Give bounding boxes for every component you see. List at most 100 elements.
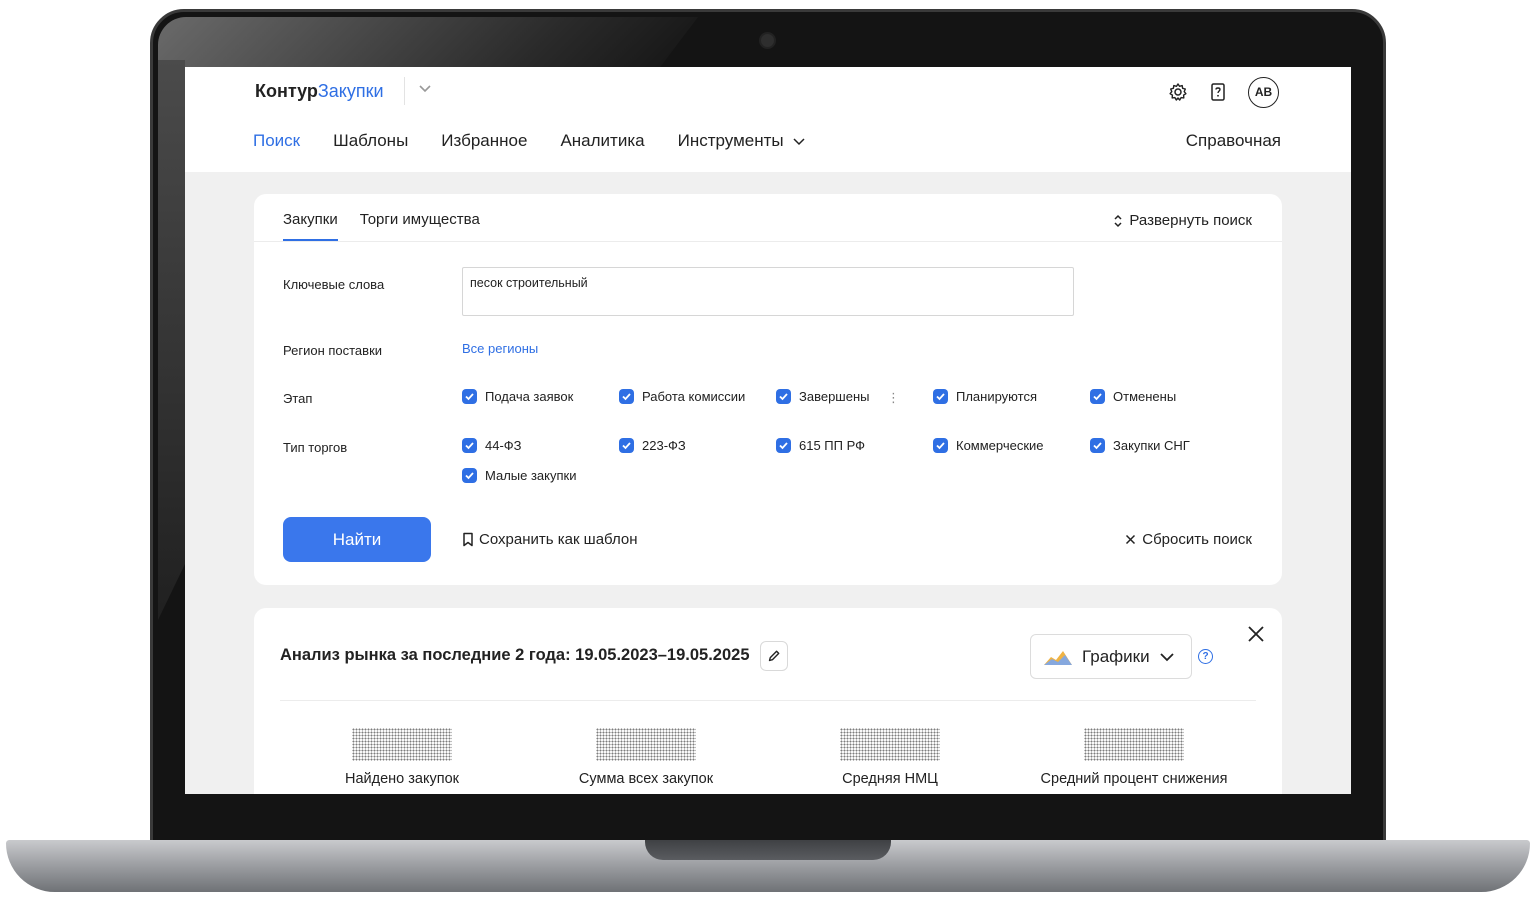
help-icon[interactable] xyxy=(1208,82,1228,102)
checkbox-checked-icon xyxy=(776,438,791,453)
loading-placeholder xyxy=(352,728,452,761)
charts-dropdown-label: Графики xyxy=(1082,646,1150,666)
loading-placeholder xyxy=(840,728,940,761)
keywords-label: Ключевые слова xyxy=(283,277,385,292)
metric-avg-reduction: Средний процент снижения xyxy=(1012,728,1256,787)
gear-icon[interactable] xyxy=(1168,82,1188,102)
nav-item-analytics[interactable]: Аналитика xyxy=(560,129,644,153)
checkbox-label: Коммерческие xyxy=(956,438,1044,453)
chart-area-icon xyxy=(1044,650,1072,665)
checkbox-label: Малые закупки xyxy=(485,468,577,483)
checkbox-checked-icon xyxy=(933,389,948,404)
market-analysis-card: Анализ рынка за последние 2 года: 19.05.… xyxy=(254,608,1282,794)
avatar[interactable]: АВ xyxy=(1248,76,1279,108)
expand-search-button[interactable]: Развернуть поиск xyxy=(1113,212,1252,229)
checkbox-checked-icon xyxy=(462,389,477,404)
tab-property-auctions[interactable]: Торги имущества xyxy=(360,211,480,241)
save-template-label: Сохранить как шаблон xyxy=(479,531,638,548)
checkbox-stage-completed[interactable]: Завершены xyxy=(776,389,869,404)
edit-period-button[interactable] xyxy=(760,641,788,671)
checkbox-type-44fz[interactable]: 44-ФЗ xyxy=(462,438,522,453)
checkbox-checked-icon xyxy=(933,438,948,453)
chevron-down-icon[interactable] xyxy=(418,81,432,95)
logo-part1: Контур xyxy=(255,81,318,101)
charts-dropdown[interactable]: Графики xyxy=(1030,634,1192,679)
more-options-icon[interactable]: ⋮ xyxy=(887,390,900,406)
help-link[interactable]: Справочная xyxy=(1186,129,1281,153)
laptop-notch xyxy=(645,840,891,860)
nav-item-favorites[interactable]: Избранное xyxy=(441,129,527,153)
loading-placeholder xyxy=(1084,728,1184,761)
chevron-down-icon xyxy=(1159,652,1174,661)
analysis-divider xyxy=(280,700,1256,701)
save-template-button[interactable]: Сохранить как шаблон xyxy=(462,531,638,548)
checkbox-type-small[interactable]: Малые закупки xyxy=(462,468,577,483)
checkbox-label: 615 ПП РФ xyxy=(799,438,866,453)
search-card: Закупки Торги имущества Развернуть поиск… xyxy=(254,194,1282,585)
nav-item-templates[interactable]: Шаблоны xyxy=(333,129,408,153)
checkbox-label: Отменены xyxy=(1113,389,1177,404)
nav-item-search[interactable]: Поиск xyxy=(253,129,300,153)
header-actions: АВ xyxy=(1168,76,1279,108)
webcam xyxy=(759,32,776,49)
find-button[interactable]: Найти xyxy=(283,517,431,562)
checkbox-type-615pp[interactable]: 615 ПП РФ xyxy=(776,438,865,453)
checkbox-checked-icon xyxy=(619,438,634,453)
type-label: Тип торгов xyxy=(283,440,348,455)
checkbox-type-cis[interactable]: Закупки СНГ xyxy=(1090,438,1190,453)
nav-item-tools-label: Инструменты xyxy=(677,131,784,150)
expand-search-label: Развернуть поиск xyxy=(1129,212,1252,229)
metric-label: Средняя НМЦ xyxy=(842,771,938,787)
checkbox-stage-planned[interactable]: Планируются xyxy=(933,389,1037,404)
top-bar: КонтурЗакупки АВ Поиск Шаблоны Избранное… xyxy=(185,67,1351,172)
logo-part2: Закупки xyxy=(317,81,384,101)
checkbox-checked-icon xyxy=(462,468,477,483)
question-icon[interactable]: ? xyxy=(1198,649,1213,664)
main-nav: Поиск Шаблоны Избранное Аналитика Инстру… xyxy=(253,129,806,153)
pencil-icon xyxy=(768,650,780,662)
logo[interactable]: КонтурЗакупки xyxy=(255,79,384,103)
lid-glare-left xyxy=(158,60,185,620)
checkbox-label: Подача заявок xyxy=(485,389,574,404)
metric-found: Найдено закупок xyxy=(280,728,524,787)
checkbox-label: Завершены xyxy=(799,389,870,404)
close-icon xyxy=(1126,534,1136,545)
lid-glare xyxy=(158,17,698,67)
checkbox-stage-cancelled[interactable]: Отменены xyxy=(1090,389,1176,404)
bookmark-icon xyxy=(463,532,473,547)
chevron-down-icon xyxy=(793,138,805,146)
checkbox-checked-icon xyxy=(462,438,477,453)
loading-placeholder xyxy=(596,728,696,761)
checkbox-label: 44-ФЗ xyxy=(485,438,522,453)
close-icon[interactable] xyxy=(1247,625,1265,643)
checkbox-type-commercial[interactable]: Коммерческие xyxy=(933,438,1044,453)
metric-label: Найдено закупок xyxy=(345,771,459,787)
checkbox-checked-icon xyxy=(776,389,791,404)
tab-purchases[interactable]: Закупки xyxy=(283,211,338,241)
checkbox-label: Планируются xyxy=(956,389,1037,404)
metric-total-sum: Сумма всех закупок xyxy=(524,728,768,787)
nav-item-tools[interactable]: Инструменты xyxy=(678,129,806,153)
metric-label: Средний процент снижения xyxy=(1040,771,1228,787)
keywords-input[interactable]: песок строительный xyxy=(462,267,1074,316)
laptop-frame: КонтурЗакупки АВ Поиск Шаблоны Избранное… xyxy=(0,0,1536,899)
metric-avg-price: Средняя НМЦ xyxy=(768,728,1012,787)
checkbox-label: Работа комиссии xyxy=(642,389,746,404)
checkbox-stage-commission[interactable]: Работа комиссии xyxy=(619,389,745,404)
checkbox-stage-applications[interactable]: Подача заявок xyxy=(462,389,573,404)
region-label: Регион поставки xyxy=(283,343,383,358)
checkbox-label: Закупки СНГ xyxy=(1113,438,1190,453)
expand-icon xyxy=(1114,214,1122,227)
search-tabs: Закупки Торги имущества xyxy=(283,211,480,241)
checkbox-type-223fz[interactable]: 223-ФЗ xyxy=(619,438,686,453)
checkbox-checked-icon xyxy=(619,389,634,404)
metric-label: Сумма всех закупок xyxy=(578,771,714,787)
region-link[interactable]: Все регионы xyxy=(462,341,538,356)
reset-search-label: Сбросить поиск xyxy=(1142,531,1252,548)
checkbox-checked-icon xyxy=(1090,438,1105,453)
checkbox-label: 223-ФЗ xyxy=(642,438,686,453)
logo-divider xyxy=(404,77,405,105)
tabs-divider xyxy=(254,241,1282,242)
analysis-title: Анализ рынка за последние 2 года: 19.05.… xyxy=(280,646,750,664)
reset-search-button[interactable]: Сбросить поиск xyxy=(1125,531,1252,548)
